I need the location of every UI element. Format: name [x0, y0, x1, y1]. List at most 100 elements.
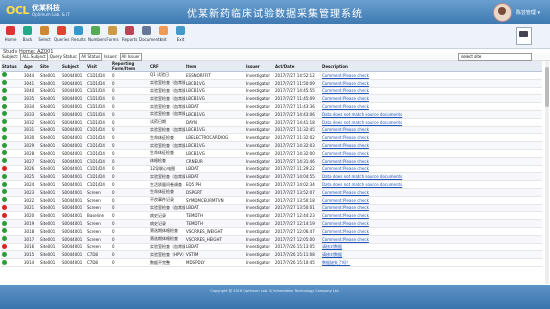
- table-row[interactable]: 3026 Site001 S0044001 C1D1/D4 0 12导联心电图 LBDAT I…: [1, 165, 542, 174]
- description-link[interactable]: Comment:Please check: [322, 213, 369, 218]
- toolbar-button-back[interactable]: Back: [20, 26, 35, 42]
- toolbar-button-reports[interactable]: Reports: [122, 26, 137, 42]
- toolbar-button-home[interactable]: Home: [3, 26, 18, 42]
- description-link[interactable]: Comment:Please check: [322, 88, 369, 93]
- description-link[interactable]: 数据缺失了吗？: [322, 260, 350, 265]
- description-link[interactable]: 请核对数据: [322, 244, 342, 249]
- description-link[interactable]: Comment:Please check: [322, 73, 369, 78]
- description-link[interactable]: Comment:Please check: [322, 135, 369, 140]
- description-link[interactable]: Comment:Please check: [322, 81, 369, 86]
- table-row[interactable]: 3018 Site001 S0044001 Screen 0 筛选期体格检查 VSCRRES…: [1, 227, 542, 236]
- status-green-icon[interactable]: [2, 150, 7, 156]
- description-link[interactable]: Comment:Please check: [322, 151, 369, 156]
- description-link[interactable]: Comment:Please check: [322, 221, 369, 226]
- status-green-icon[interactable]: [2, 126, 7, 132]
- column-header[interactable]: Age: [23, 61, 39, 72]
- table-row[interactable]: 3016Site001S0044001Screen0实验室检查（血常规）LBDA…: [1, 243, 542, 252]
- status-green-icon[interactable]: [2, 80, 7, 86]
- table-row[interactable]: 3020 Site001 S0044001 Baseline 0 病史记录 TEMDTH In…: [1, 211, 542, 221]
- status-green-icon[interactable]: [2, 259, 7, 265]
- table-row[interactable]: 3017 Site001 S0044001 Screen 0 筛选期体格检查 VSCRRES…: [1, 235, 542, 244]
- table-row[interactable]: 3031Site001S0044001C1D1/D40实验室检查（血常规）LBC…: [1, 126, 542, 135]
- column-header[interactable]: Issuer: [245, 61, 274, 72]
- column-header[interactable]: Act/Date: [274, 61, 321, 72]
- table-row[interactable]: 3028 Site001 S0044001 C1D1/D4 0 生命体征检查 LBCB1VG…: [1, 149, 542, 158]
- description-link[interactable]: Data does not match source documents: [322, 120, 402, 125]
- column-header[interactable]: Description: [321, 61, 542, 72]
- status-green-icon[interactable]: [2, 251, 7, 257]
- table-row[interactable]: 3033Site001S0044001C1D1/D40实验室检查（血常规）LBC…: [1, 110, 542, 119]
- column-header[interactable]: Status: [1, 61, 23, 72]
- status-green-icon[interactable]: [2, 103, 7, 109]
- status-red-icon[interactable]: [2, 243, 7, 249]
- table-row[interactable]: 3027 Site001 S0044001 C1D1/D4 0 体格检查 CRNEUR Inv…: [1, 157, 542, 166]
- export-icon[interactable]: [516, 27, 532, 45]
- table-row[interactable]: 3044 Site001 S0044001 C1D1/D4 0 Q1 试验日 ESSNORF…: [1, 71, 542, 80]
- status-green-icon[interactable]: [2, 228, 7, 234]
- status-green-icon[interactable]: [2, 87, 7, 93]
- table-row[interactable]: 3034Site001S0044001C1D1/D40实验室检查（血常规）LBD…: [1, 102, 542, 111]
- description-link[interactable]: 请核对数据: [322, 252, 342, 257]
- status-green-icon[interactable]: [2, 72, 7, 78]
- table-row[interactable]: 3032 Site001 S0044001 C1D1/D4 0 试药日期 DAYN Inves…: [1, 118, 542, 127]
- table-row[interactable]: 3025Site001S0044001C1D1/D40实验室检查（血常规）LBD…: [1, 172, 542, 182]
- table-row[interactable]: 3014 Site001 S0044001 C7D8 0 数据不完整 MDSPDLY Inve…: [1, 258, 542, 267]
- site-select[interactable]: select site: [458, 53, 532, 61]
- description-link[interactable]: Comment:Please check: [322, 127, 369, 132]
- subject-select[interactable]: ALL Subject: [20, 52, 48, 61]
- table-row[interactable]: 3015Site001S0044001C7D80实验室检查（HPV）检测VSTI…: [1, 250, 542, 260]
- table-row[interactable]: 3024 Site001 S0044001 C1D1/D4 0 生活质量问卷调查 EQ5 P…: [1, 180, 542, 189]
- status-green-icon[interactable]: [2, 197, 7, 203]
- description-link[interactable]: Comment:Please check: [322, 96, 369, 101]
- user-menu[interactable]: 陈芸管理: [492, 3, 540, 22]
- status-green-icon[interactable]: [2, 142, 7, 148]
- scrollbar-thumb[interactable]: [545, 67, 549, 107]
- toolbar-button-documents[interactable]: Documents: [139, 26, 162, 42]
- column-header[interactable]: Subject: [61, 61, 86, 72]
- description-link[interactable]: Comment:Please check: [322, 166, 369, 171]
- user-name[interactable]: 陈芸管理: [516, 9, 540, 16]
- toolbar-button-forms[interactable]: Forms: [105, 26, 120, 42]
- scrollbar[interactable]: [545, 61, 549, 284]
- status-green-icon[interactable]: [2, 134, 7, 140]
- status-red-icon[interactable]: [2, 212, 7, 218]
- status-green-icon[interactable]: [2, 158, 7, 164]
- table-row[interactable]: 3019 Site001 S0044001 Screen 0 病史记录 TEMDTH Inve…: [1, 219, 542, 228]
- description-link[interactable]: Comment:Please check: [322, 143, 369, 148]
- status-green-icon[interactable]: [2, 95, 7, 101]
- table-row[interactable]: 3021Site001S0044001Screen0实验室检查（血常规）LBDA…: [1, 204, 542, 213]
- toolbar-button-numbers[interactable]: Numbers: [88, 26, 106, 42]
- status-green-icon[interactable]: [2, 189, 7, 195]
- table-row[interactable]: 3022 Site001 S0044001 Screen 0 不良事件记录 SYMDMCEU…: [1, 196, 542, 205]
- column-header[interactable]: Reporting Form/Item: [111, 61, 149, 72]
- column-header[interactable]: CRF: [149, 61, 185, 72]
- description-link[interactable]: Comment:Please check: [322, 159, 369, 164]
- status-green-icon[interactable]: [2, 236, 7, 242]
- issuer-select[interactable]: All Issuer: [119, 52, 142, 61]
- avatar[interactable]: [492, 3, 512, 22]
- status-green-icon[interactable]: [2, 220, 7, 226]
- column-header[interactable]: Visit: [86, 61, 111, 72]
- description-link[interactable]: Data does not match source documents: [322, 182, 402, 187]
- description-link[interactable]: Comment:Please check: [322, 237, 369, 242]
- status-green-icon[interactable]: [2, 173, 7, 179]
- description-link[interactable]: Comment:Please check: [322, 229, 369, 234]
- description-link[interactable]: Comment:Please check: [322, 198, 369, 203]
- description-link[interactable]: Data does not match source documents: [322, 112, 402, 117]
- table-row[interactable]: 3040Site001S0044001C1D1/D40实验室检查（血常规）LBC…: [1, 87, 542, 96]
- table-row[interactable]: 3041Site001S0044001C1D1/D40实验室检查（血常规）LBC…: [1, 79, 542, 88]
- toolbar-button-results[interactable]: Results: [71, 26, 86, 42]
- status-red-icon[interactable]: [2, 204, 7, 210]
- query-status-select[interactable]: All Status: [79, 52, 103, 61]
- status-green-icon[interactable]: [2, 111, 7, 117]
- toolbar-button-init[interactable]: Init: [156, 26, 171, 42]
- description-link[interactable]: Comment:Please check: [322, 205, 369, 210]
- table-row[interactable]: 3035Site001S0044001C1D1/D40实验室检查（血常规）LBC…: [1, 94, 542, 104]
- toolbar-button-select[interactable]: Select: [37, 26, 52, 42]
- description-link[interactable]: Comment:Please check: [322, 190, 369, 195]
- description-link[interactable]: Data does not match source documents: [322, 174, 402, 179]
- toolbar-button-exit[interactable]: Exit: [173, 26, 188, 42]
- column-header[interactable]: Item: [185, 61, 245, 72]
- table-row[interactable]: 3030 Site001 S0044001 C1D1/D4 0 生命体征检查 LBELECT…: [1, 133, 542, 143]
- column-header[interactable]: Site: [39, 61, 61, 72]
